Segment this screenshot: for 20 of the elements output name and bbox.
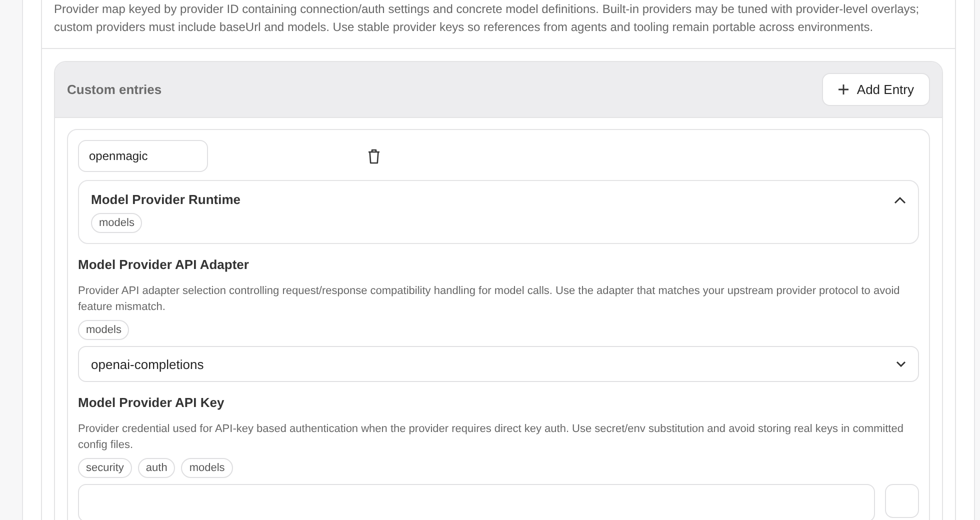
tag: security: [78, 458, 132, 478]
tag: models: [78, 320, 130, 340]
custom-entries-title: Custom entries: [67, 82, 162, 97]
field-description: Provider API adapter selection controlling request/response compatibility handling for model calls. Use the adapter that matches your upstream provider protocol to avoid feature mismatch.: [78, 284, 901, 315]
field-label: Model Provider API Key: [78, 395, 224, 410]
adapter-select[interactable]: openai-completions: [78, 346, 919, 382]
field-label: Model Provider API Adapter: [78, 257, 249, 272]
runtime-title: Model Provider Runtime: [91, 192, 241, 207]
plus-icon: [838, 84, 849, 95]
tag: models: [181, 458, 233, 478]
chevron-down-icon: [896, 361, 906, 367]
key-input-field[interactable]: openmagic: [78, 140, 208, 172]
tag: models: [91, 213, 142, 233]
section-description: Provider map keyed by provider ID containing connection/auth settings and concrete model definitions. Built-in providers may be tuned with provider-level overlays; custom providers must include baseUrl and models. Use stable provider keys so references from agents and tooling remain portable across environments.: [42, 0, 955, 49]
tag: auth: [138, 458, 176, 478]
chevron-up-icon[interactable]: [894, 196, 906, 204]
field-description: Provider credential used for API-key based authentication when the provider requires direct key auth. Use secret/env substitution and avoid storing real keys in committed config files.: [78, 422, 904, 453]
trash-icon[interactable]: [368, 148, 380, 164]
api-key-input-field[interactable]: [78, 484, 875, 520]
add-entry-button[interactable]: Add Entry: [822, 73, 930, 106]
